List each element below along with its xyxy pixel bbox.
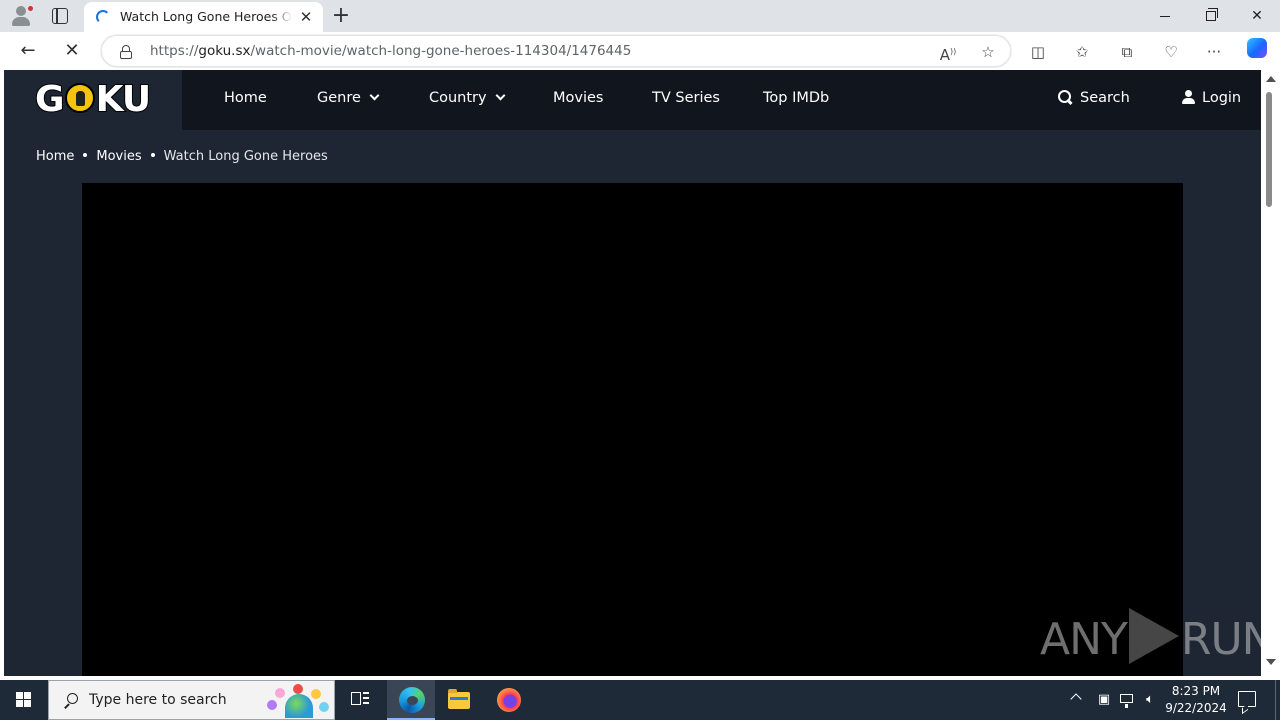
browser-essentials-icon[interactable]: ♡ <box>1160 41 1182 63</box>
profile-avatar-icon[interactable] <box>10 5 34 27</box>
nav-tv-series[interactable]: TV Series <box>652 90 720 106</box>
anyrun-watermark: ANY RUN <box>1040 608 1261 665</box>
nav-home[interactable]: Home <box>224 90 267 106</box>
copilot-icon[interactable] <box>1243 32 1267 58</box>
breadcrumb-movies[interactable]: Movies <box>96 149 141 164</box>
tab-actions-icon[interactable] <box>52 8 68 24</box>
site-header: G KU Home Genre Country Movies TV Series … <box>4 70 1261 130</box>
address-bar[interactable]: https://goku.sx/watch-movie/watch-long-g… <box>101 35 1011 67</box>
windows-taskbar: Type here to search ▣ 🔈︎ 8:23 PM 9/22/20… <box>0 680 1280 720</box>
task-view-button[interactable] <box>336 680 384 720</box>
login-button[interactable]: Login <box>1182 90 1241 106</box>
firefox-icon <box>497 688 521 712</box>
restore-button[interactable] <box>1188 0 1234 32</box>
search-icon <box>63 693 79 709</box>
chevron-down-icon <box>369 90 380 101</box>
breadcrumb: Home Movies Watch Long Gone Heroes <box>36 149 328 164</box>
stop-loading-button[interactable]: ✕ <box>57 36 87 66</box>
scroll-up-arrow-icon[interactable] <box>1266 76 1276 82</box>
show-desktop-button[interactable] <box>1275 680 1280 720</box>
nav-genre[interactable]: Genre <box>317 90 380 106</box>
nav-country[interactable]: Country <box>429 90 506 106</box>
network-icon[interactable] <box>1118 691 1136 709</box>
browser-toolbar: ← ✕ https://goku.sx/watch-movie/watch-lo… <box>0 32 1280 70</box>
active-tab[interactable]: Watch Long Gone Heroes Online ✕ <box>84 2 323 32</box>
clock-date: 9/22/2024 <box>1165 701 1227 715</box>
url-text[interactable]: https://goku.sx/watch-movie/watch-long-g… <box>150 43 631 59</box>
play-triangle-icon <box>1128 608 1179 664</box>
goku-logo[interactable]: G KU <box>34 79 152 121</box>
scrollbar-thumb[interactable] <box>1266 92 1272 207</box>
taskbar-search-box[interactable]: Type here to search <box>48 680 335 720</box>
folder-icon <box>448 689 470 709</box>
back-button[interactable]: ← <box>13 36 43 66</box>
breadcrumb-current: Watch Long Gone Heroes <box>163 149 328 164</box>
add-favorite-star-icon[interactable]: ☆ <box>977 41 999 63</box>
taskbar-file-explorer-app[interactable] <box>435 680 483 720</box>
system-clock[interactable]: 8:23 PM 9/22/2024 <box>1160 683 1232 717</box>
video-player[interactable] <box>82 183 1183 676</box>
page-scrollbar[interactable] <box>1261 70 1280 676</box>
web-page: G KU Home Genre Country Movies TV Series … <box>4 70 1261 676</box>
edge-icon <box>399 687 425 713</box>
taskbar-firefox-app[interactable] <box>484 680 532 720</box>
clock-time: 8:23 PM <box>1171 684 1221 698</box>
meet-now-icon[interactable]: ▣ <box>1095 691 1113 709</box>
minimize-button[interactable] <box>1142 0 1188 32</box>
notifications-icon[interactable] <box>1238 691 1256 707</box>
split-screen-icon[interactable]: ◫ <box>1027 41 1049 63</box>
nav-movies[interactable]: Movies <box>553 90 603 106</box>
windows-logo-icon <box>16 692 32 708</box>
close-window-button[interactable]: ✕ <box>1234 0 1280 32</box>
search-icon <box>1058 90 1072 104</box>
lock-icon[interactable] <box>120 45 132 59</box>
site-logo[interactable]: G KU <box>4 70 182 130</box>
search-button[interactable]: Search <box>1058 90 1130 106</box>
taskbar-search-placeholder: Type here to search <box>89 692 227 708</box>
show-hidden-icons-chevron-icon[interactable] <box>1070 693 1082 705</box>
collections-icon[interactable]: ⧉ <box>1116 41 1138 63</box>
tab-close-icon[interactable]: ✕ <box>298 9 314 25</box>
more-options-icon[interactable]: ··· <box>1203 41 1225 63</box>
volume-icon[interactable]: 🔈︎ <box>1141 691 1159 709</box>
read-aloud-icon[interactable]: A)) <box>937 41 959 64</box>
search-highlight-illustration-icon[interactable] <box>261 684 333 718</box>
breadcrumb-home[interactable]: Home <box>36 149 74 164</box>
new-tab-button[interactable]: + <box>331 4 351 28</box>
loading-spinner-icon <box>96 10 110 24</box>
start-button[interactable] <box>0 680 48 720</box>
tab-title: Watch Long Gone Heroes Online <box>120 9 292 24</box>
browser-tab-strip: Watch Long Gone Heroes Online ✕ + ✕ <box>0 0 1280 32</box>
nav-top-imdb[interactable]: Top IMDb <box>763 90 829 106</box>
logo-o-emblem-icon <box>64 83 95 113</box>
chevron-down-icon <box>495 90 506 101</box>
user-icon <box>1182 90 1195 104</box>
scroll-down-arrow-icon[interactable] <box>1266 659 1276 665</box>
favorites-icon[interactable]: ✩ <box>1071 41 1093 63</box>
taskbar-edge-app[interactable] <box>387 680 435 720</box>
